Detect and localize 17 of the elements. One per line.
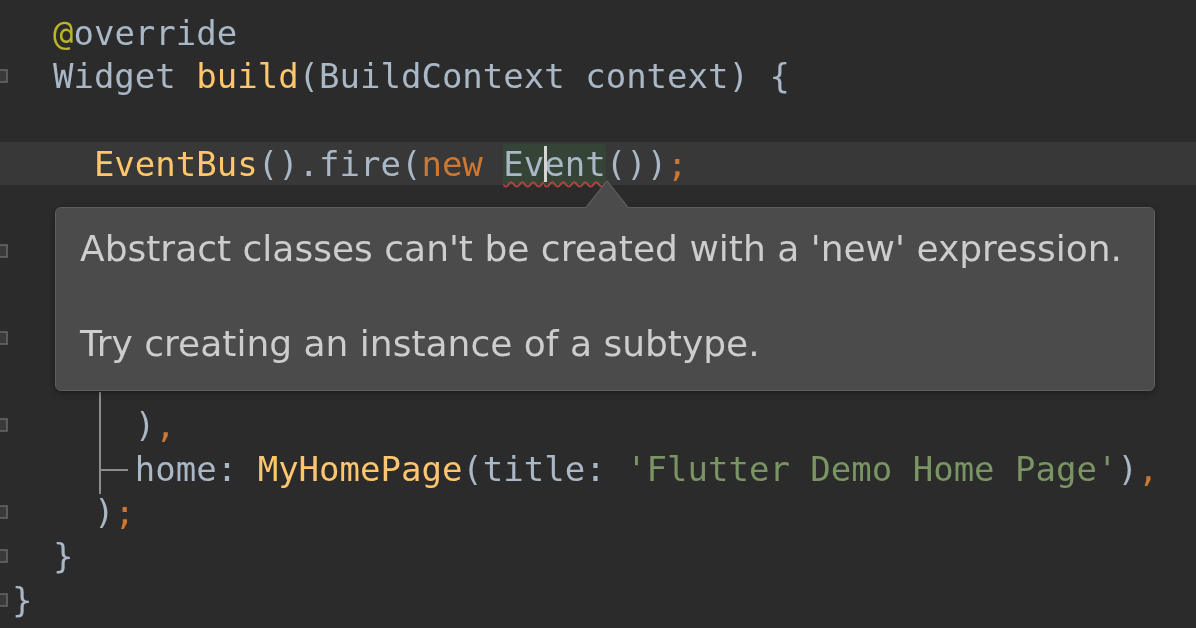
fold-marker-icon[interactable] <box>0 548 8 563</box>
fold-marker-icon[interactable] <box>0 418 8 433</box>
fold-marker-icon[interactable] <box>0 505 8 520</box>
code-line: ), <box>134 405 176 446</box>
code-line: } <box>52 535 74 576</box>
fold-marker-icon[interactable] <box>0 330 8 345</box>
fold-marker-icon[interactable] <box>0 69 8 84</box>
fold-marker-icon[interactable] <box>0 243 8 258</box>
fold-marker-icon[interactable] <box>0 592 8 607</box>
code-line: ); <box>93 492 135 533</box>
code-line: EventBus().fire(new Event()); <box>93 143 688 184</box>
code-line: home: MyHomePage(title: 'Flutter Demo Home Page'), <box>134 448 1159 489</box>
code-line: @override <box>52 12 238 53</box>
tooltip-hint: Try creating an instance of a subtype. <box>80 322 761 366</box>
tooltip-message: Abstract classes can't be created with a 'new' expression. <box>80 227 1123 271</box>
code-line: } <box>12 579 33 620</box>
code-line: Widget build(BuildContext context) { <box>52 56 790 97</box>
